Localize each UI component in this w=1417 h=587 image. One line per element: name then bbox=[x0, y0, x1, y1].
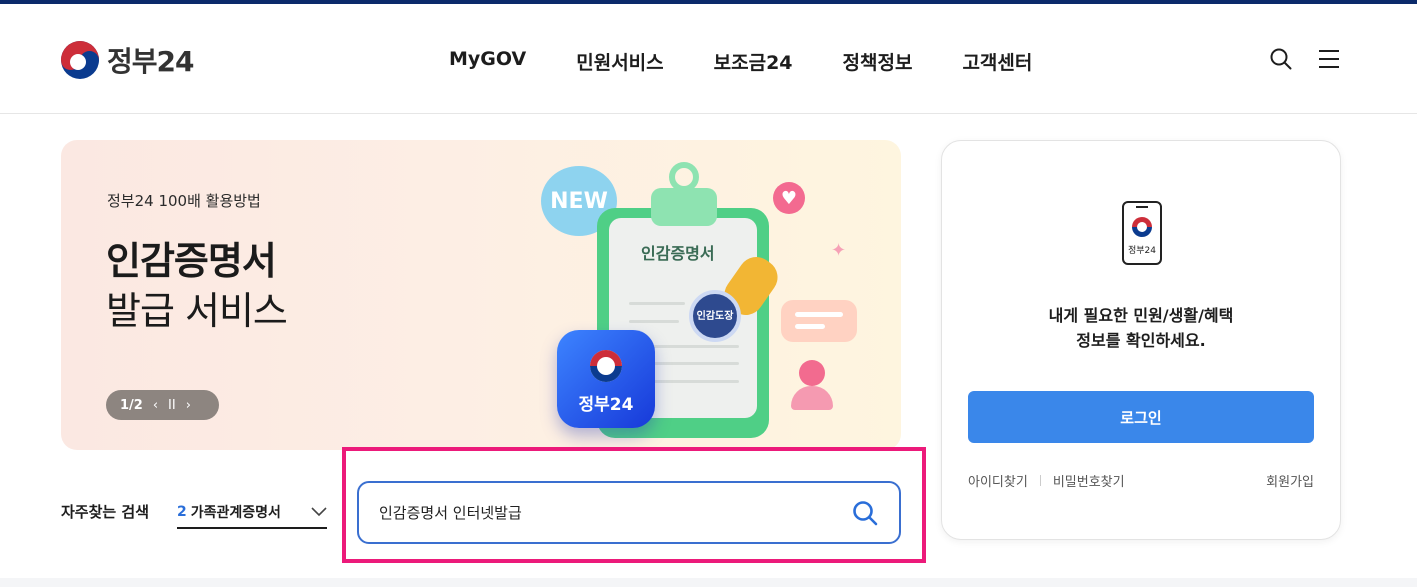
pause-icon[interactable]: II bbox=[168, 398, 176, 413]
find-id-link[interactable]: 아이디찾기 bbox=[968, 471, 1028, 490]
main-nav: MyGOV 민원서비스 보조금24 정책정보 고객센터 bbox=[449, 48, 1032, 75]
section-divider bbox=[0, 578, 1417, 587]
site-header: 정부24 MyGOV 민원서비스 보조금24 정책정보 고객센터 bbox=[0, 4, 1417, 114]
paper-line bbox=[629, 320, 679, 323]
search-icon[interactable] bbox=[1269, 47, 1293, 71]
chevron-down-icon bbox=[311, 502, 327, 521]
paper-title: 인감증명서 bbox=[641, 244, 715, 263]
login-message-line1: 내게 필요한 민원/생활/혜택 bbox=[1048, 306, 1234, 325]
nav-item-civil-service[interactable]: 민원서비스 bbox=[576, 48, 663, 75]
login-button[interactable]: 로그인 bbox=[968, 391, 1314, 443]
person-body bbox=[791, 386, 833, 410]
chat-bubble-icon bbox=[781, 300, 857, 342]
next-slide-icon[interactable]: › bbox=[186, 398, 191, 413]
frequent-search-dropdown[interactable]: 2 가족관계증명서 bbox=[177, 496, 327, 529]
app-tile-label: 정부24 bbox=[578, 395, 634, 415]
frequent-search-term: 가족관계증명서 bbox=[190, 504, 281, 521]
link-divider bbox=[1039, 475, 1041, 486]
search-submit-icon[interactable] bbox=[851, 499, 879, 527]
menu-icon[interactable] bbox=[1317, 47, 1341, 71]
taegeuk-logo-icon bbox=[61, 41, 99, 79]
prev-slide-icon[interactable]: ‹ bbox=[153, 398, 158, 413]
logo-text: 정부24 bbox=[107, 45, 194, 78]
clipboard-clip bbox=[651, 188, 717, 226]
header-actions bbox=[1269, 47, 1341, 71]
find-password-link[interactable]: 비밀번호찾기 bbox=[1053, 471, 1125, 490]
mobile-phone-icon: 정부24 bbox=[1122, 201, 1162, 265]
frequent-search-label: 자주찾는 검색 bbox=[61, 503, 150, 521]
login-links: 아이디찾기 비밀번호찾기 회원가입 bbox=[968, 471, 1314, 490]
person-icon bbox=[799, 360, 825, 386]
signup-link[interactable]: 회원가입 bbox=[1266, 471, 1314, 490]
login-card: 정부24 내게 필요한 민원/생활/혜택 정보를 확인하세요. 로그인 아이디찾… bbox=[941, 140, 1341, 540]
banner-title-line2: 발급 서비스 bbox=[106, 289, 288, 333]
search-bar bbox=[357, 481, 901, 544]
search-input[interactable] bbox=[379, 503, 851, 522]
site-logo[interactable]: 정부24 bbox=[61, 40, 194, 80]
banner-eyebrow: 정부24 100배 활용방법 bbox=[107, 192, 261, 210]
nav-item-policy-info[interactable]: 정책정보 bbox=[843, 48, 913, 75]
heart-icon: ♥ bbox=[773, 182, 805, 214]
banner-pager: 1/2 ‹ II › bbox=[106, 390, 219, 420]
nav-item-mygov[interactable]: MyGOV bbox=[449, 48, 526, 75]
nav-item-subsidy24[interactable]: 보조금24 bbox=[714, 48, 793, 75]
phone-label: 정부24 bbox=[1127, 246, 1156, 256]
frequent-search-rank: 2 bbox=[177, 503, 187, 520]
login-message-line2: 정보를 확인하세요. bbox=[1076, 331, 1206, 350]
seal-stamp-icon: 인감도장 bbox=[689, 290, 741, 342]
banner-page-count: 1/2 bbox=[120, 397, 143, 413]
login-message: 내게 필요한 민원/생활/혜택 정보를 확인하세요. bbox=[942, 303, 1340, 353]
banner-title-line1: 인감증명서 bbox=[106, 239, 277, 283]
gov24-app-icon: 정부24 bbox=[557, 330, 655, 428]
paper-line bbox=[629, 302, 685, 305]
banner-illustration: NEW 인감증명서 인감도장 ♥ ✦ 정부24 bbox=[541, 160, 871, 450]
nav-item-customer-center[interactable]: 고객센터 bbox=[962, 48, 1032, 75]
hero-banner[interactable]: 정부24 100배 활용방법 인감증명서 발급 서비스 1/2 ‹ II › N… bbox=[61, 140, 901, 450]
sparkle-icon: ✦ bbox=[831, 240, 847, 261]
